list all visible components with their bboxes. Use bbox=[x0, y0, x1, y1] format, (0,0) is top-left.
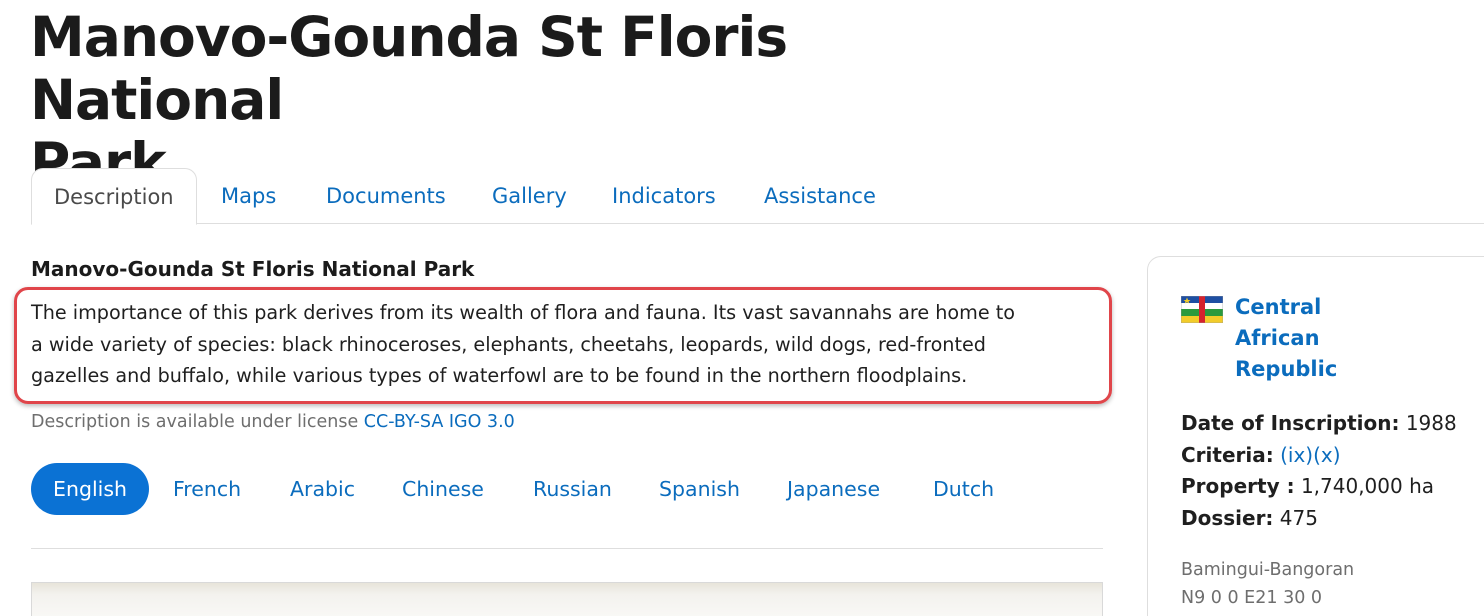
country-line: Central bbox=[1235, 295, 1322, 319]
fact-dossier-label: Dossier: bbox=[1181, 505, 1274, 530]
fact-date: Date of Inscription: 1988 bbox=[1181, 408, 1457, 440]
fact-dossier: Dossier: 475 bbox=[1181, 503, 1457, 535]
fact-criteria: Criteria: (ix)(x) bbox=[1181, 440, 1457, 472]
license-prefix: Description is available under license bbox=[31, 412, 364, 432]
lang-dutch[interactable]: Dutch bbox=[933, 463, 994, 515]
central-african-republic-flag-icon bbox=[1181, 296, 1223, 323]
lang-french[interactable]: French bbox=[173, 463, 241, 515]
coordinates: N9 0 0 E21 30 0 bbox=[1181, 588, 1323, 608]
fact-dossier-value: 475 bbox=[1279, 505, 1318, 530]
description-line: The importance of this park derives from… bbox=[31, 301, 1016, 324]
criteria-link[interactable]: (ix)(x) bbox=[1280, 443, 1340, 467]
section-title: Manovo-Gounda St Floris National Park bbox=[31, 257, 475, 281]
tab-assistance[interactable]: Assistance bbox=[764, 168, 876, 224]
location-info: Bamingui-Bangoran N9 0 0 E21 30 0 bbox=[1181, 556, 1354, 612]
page-title-line1: Manovo-Gounda St Floris National bbox=[30, 5, 788, 132]
country-line: Republic bbox=[1235, 357, 1338, 381]
lang-spanish[interactable]: Spanish bbox=[659, 463, 740, 515]
lang-japanese[interactable]: Japanese bbox=[787, 463, 880, 515]
fact-date-value: 1988 bbox=[1405, 411, 1457, 435]
fact-property-label: Property : bbox=[1181, 474, 1295, 498]
lang-russian[interactable]: Russian bbox=[533, 463, 612, 515]
country-line: African bbox=[1235, 326, 1320, 350]
lang-arabic[interactable]: Arabic bbox=[290, 463, 355, 515]
gallery-image[interactable] bbox=[31, 582, 1103, 616]
region-name: Bamingui-Bangoran bbox=[1181, 560, 1355, 580]
language-selector: English French Arabic Chinese Russian Sp… bbox=[31, 463, 1111, 515]
tab-maps[interactable]: Maps bbox=[221, 168, 276, 224]
tab-description[interactable]: Description bbox=[31, 168, 197, 225]
property-facts: Date of Inscription: 1988 Criteria: (ix)… bbox=[1181, 408, 1457, 534]
description-text: The importance of this park derives from… bbox=[31, 297, 1111, 392]
tab-indicators[interactable]: Indicators bbox=[612, 168, 716, 224]
license-link[interactable]: CC-BY-SA IGO 3.0 bbox=[364, 412, 515, 432]
fact-date-label: Date of Inscription: bbox=[1181, 411, 1400, 435]
tab-documents[interactable]: Documents bbox=[326, 168, 446, 224]
fact-property-value: 1,740,000 ha bbox=[1300, 474, 1435, 498]
fact-property: Property : 1,740,000 ha bbox=[1181, 471, 1457, 503]
description-line: a wide variety of species: black rhinoce… bbox=[31, 332, 986, 356]
fact-criteria-label: Criteria: bbox=[1181, 442, 1274, 467]
description-line: gazelles and buffalo, while various type… bbox=[31, 364, 968, 387]
tab-gallery[interactable]: Gallery bbox=[492, 168, 567, 224]
country-link[interactable]: Central African Republic bbox=[1235, 292, 1375, 385]
lang-chinese[interactable]: Chinese bbox=[402, 463, 484, 515]
license-note: Description is available under license C… bbox=[31, 412, 515, 432]
divider bbox=[31, 548, 1103, 549]
tab-bar: Description Maps Documents Gallery Indic… bbox=[31, 168, 1484, 225]
lang-english[interactable]: English bbox=[31, 463, 150, 515]
page-title: Manovo-Gounda St Floris National Park bbox=[30, 6, 1030, 195]
